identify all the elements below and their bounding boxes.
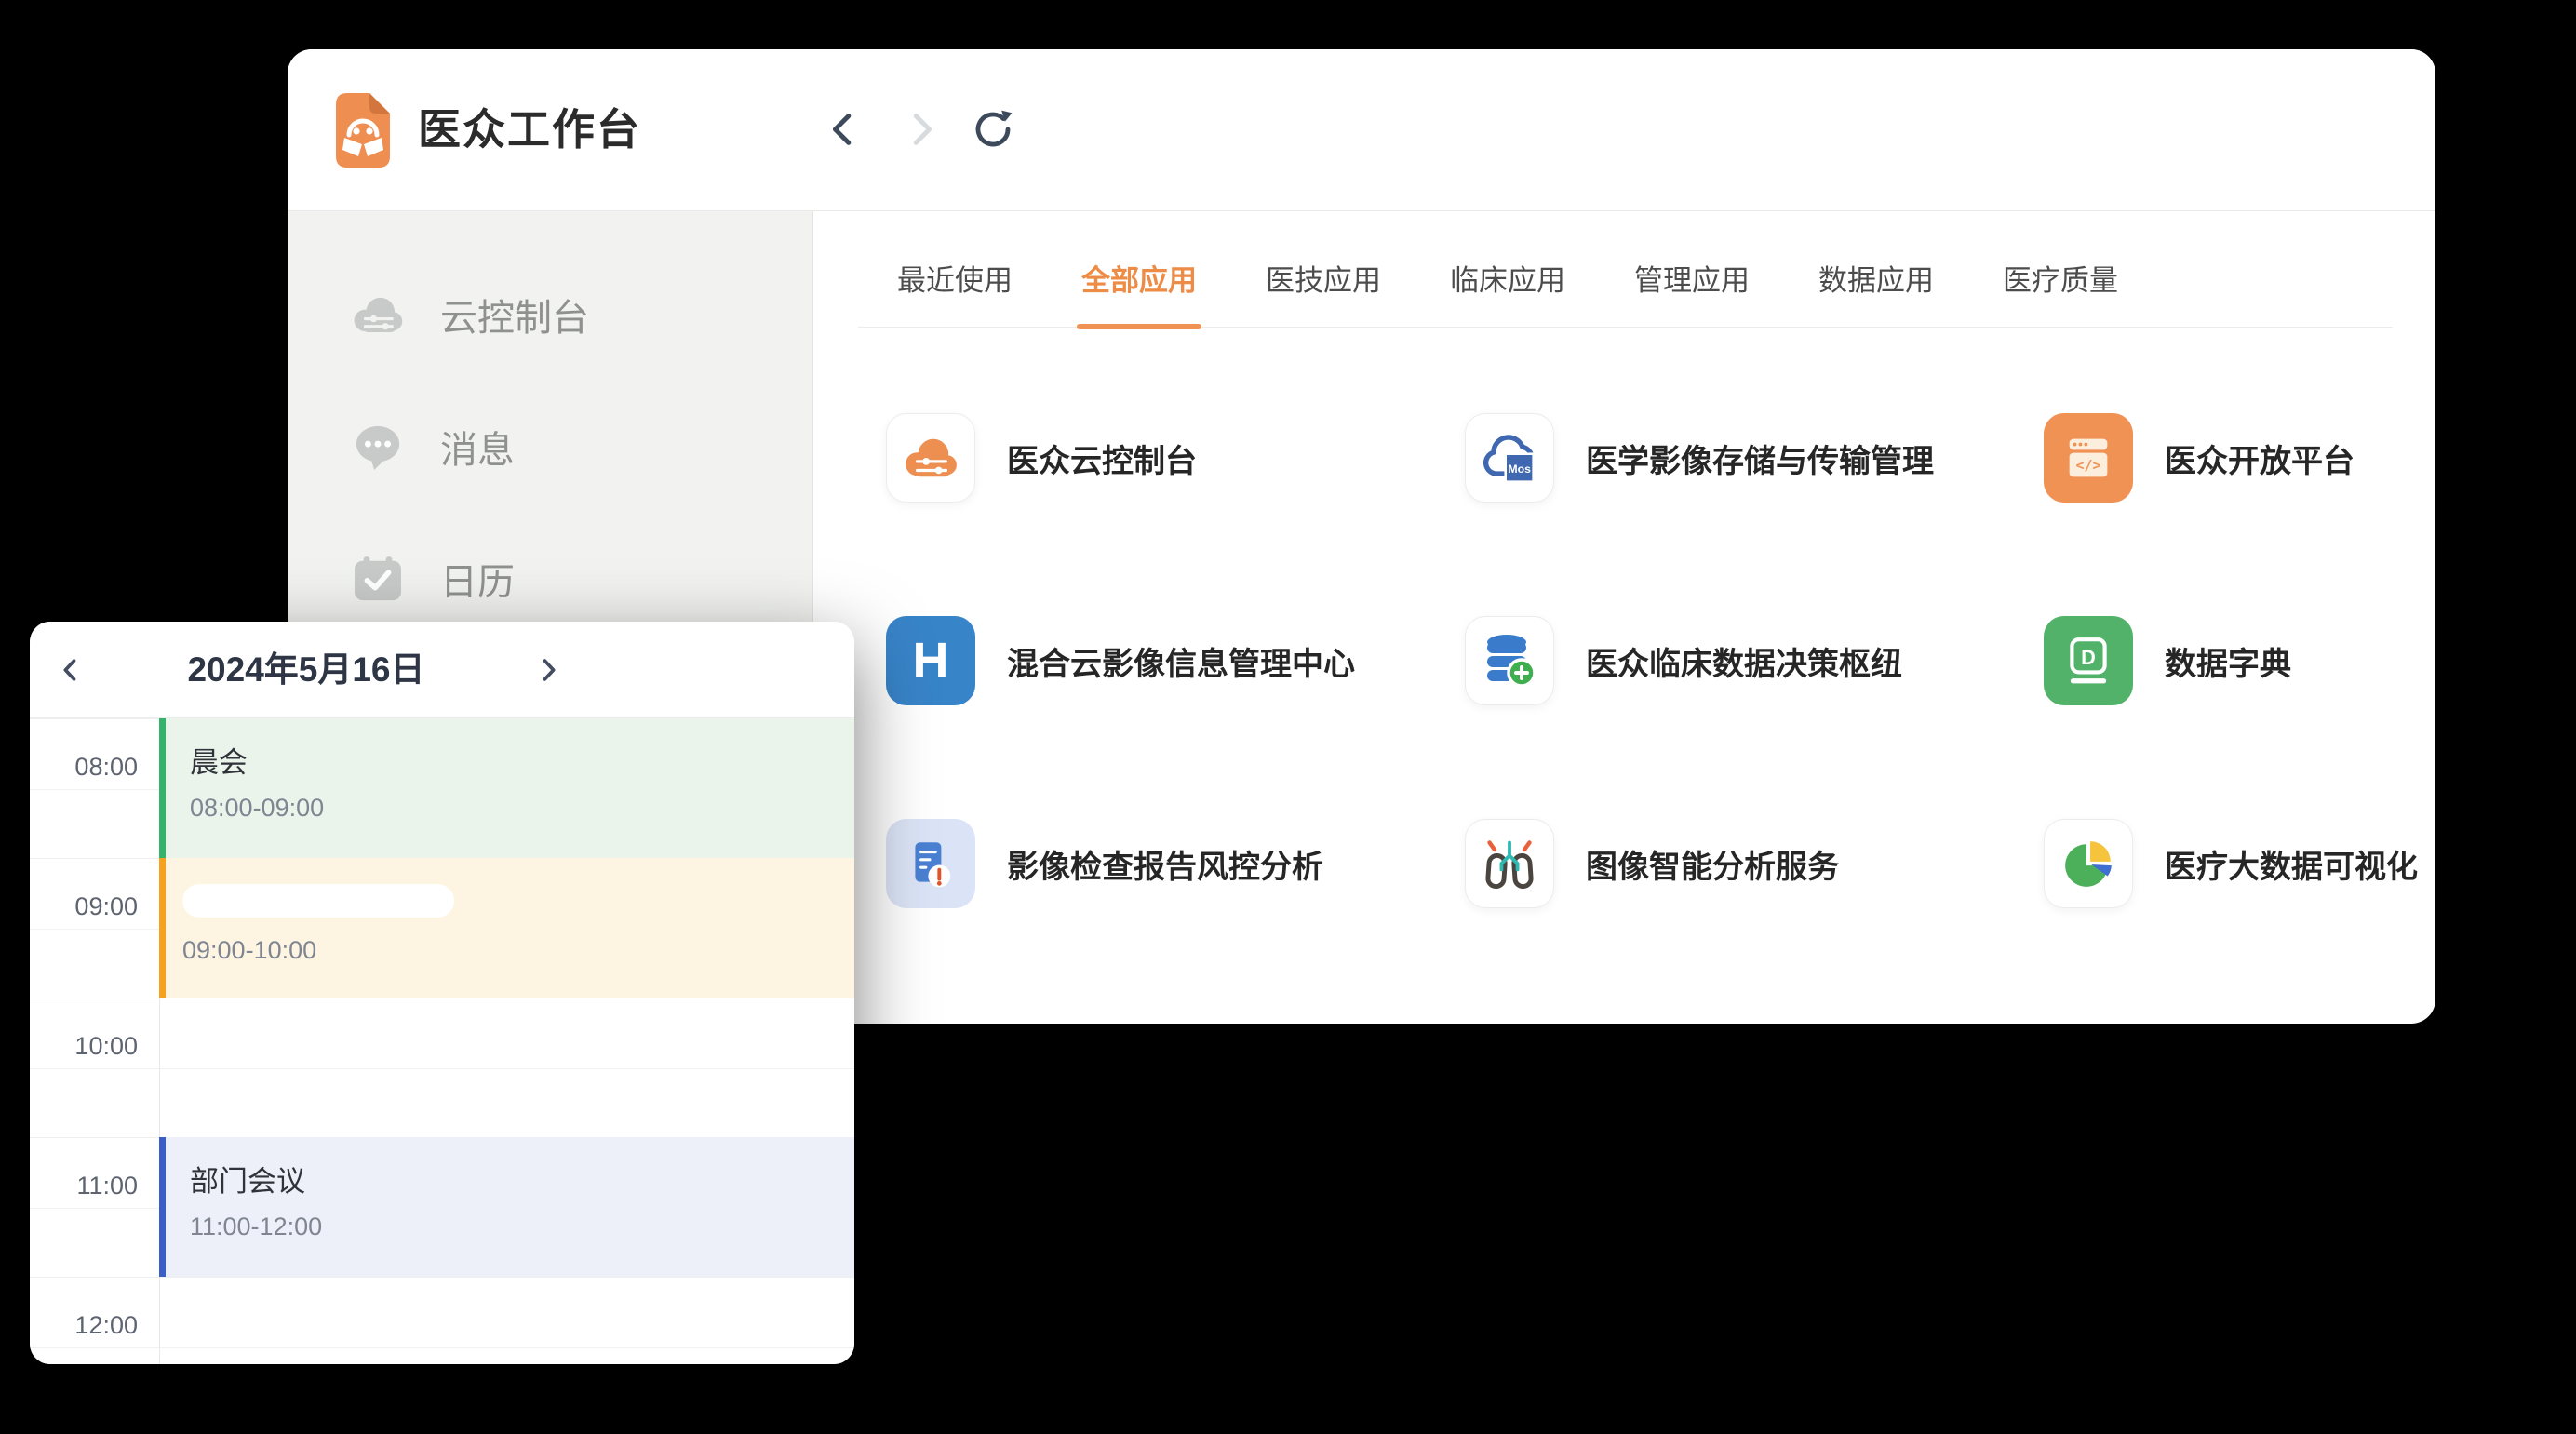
time-label: 11:00 xyxy=(30,1172,138,1200)
app-category-tabs: 最近使用 全部应用 医技应用 临床应用 管理应用 数据应用 医疗质量 xyxy=(858,211,2393,328)
event-time: 08:00-09:00 xyxy=(190,794,854,823)
time-label: 12:00 xyxy=(30,1311,138,1340)
tab-management[interactable]: 管理应用 xyxy=(1634,257,1750,327)
event-title: 部门会议 xyxy=(190,1158,854,1199)
sidebar-item-messages[interactable]: 消息 xyxy=(288,381,812,513)
nav-back-button[interactable] xyxy=(820,105,868,154)
app-name: 混合云影像信息管理中心 xyxy=(1007,638,1355,684)
tab-clinical[interactable]: 临床应用 xyxy=(1450,257,1565,327)
screenshot-root: 医众工作台 xyxy=(0,0,2576,1434)
app-hybrid-cloud-imaging[interactable]: H 混合云影像信息管理中心 xyxy=(886,616,1465,705)
calendar-date: 2024年5月16日 xyxy=(120,622,492,717)
data-dictionary-icon: D xyxy=(2044,616,2133,705)
app-bigdata-visualization[interactable]: 医疗大数据可视化 xyxy=(2044,819,2418,908)
chevron-right-icon xyxy=(532,654,564,686)
tab-recent[interactable]: 最近使用 xyxy=(897,257,1013,327)
app-imaging-storage[interactable]: Mos 医学影像存储与传输管理 xyxy=(1465,413,2044,503)
cloud-settings-icon xyxy=(351,289,405,340)
app-open-platform[interactable]: </> 医众开放平台 xyxy=(2044,413,2418,503)
window-header: 医众工作台 xyxy=(288,49,2435,211)
event-title: 晨会 xyxy=(190,739,854,781)
redacted-title-pill xyxy=(182,884,454,918)
letter-h: H xyxy=(913,632,949,690)
time-label: 09:00 xyxy=(30,892,138,921)
app-name: 医众云控制台 xyxy=(1007,436,1197,481)
app-grid: 医众云控制台 Mos 医学影像存储与传输管理 xyxy=(858,328,2393,908)
time-label: 08:00 xyxy=(30,753,138,782)
tab-medtech[interactable]: 医技应用 xyxy=(1266,257,1381,327)
app-name: 图像智能分析服务 xyxy=(1586,841,1839,887)
nav-forward-button[interactable] xyxy=(896,105,945,154)
pie-chart-icon xyxy=(2044,819,2133,908)
hour-row: 12:00 xyxy=(30,1277,854,1364)
calendar-icon xyxy=(351,554,405,604)
event-time: 09:00-10:00 xyxy=(182,936,854,965)
app-cloud-console[interactable]: 医众云控制台 xyxy=(886,413,1465,503)
lungs-ai-icon xyxy=(1465,819,1554,908)
app-name: 医众开放平台 xyxy=(2165,436,2355,481)
calendar-event-morning-meeting[interactable]: 晨会 08:00-09:00 xyxy=(159,718,854,858)
app-name: 影像检查报告风控分析 xyxy=(1007,841,1323,887)
app-data-dictionary[interactable]: D 数据字典 xyxy=(2044,616,2418,705)
event-time: 11:00-12:00 xyxy=(190,1213,854,1241)
chevron-left-icon xyxy=(55,654,87,686)
app-image-ai-analysis[interactable]: 图像智能分析服务 xyxy=(1465,819,2044,908)
clinical-database-icon xyxy=(1465,616,1554,705)
app-report-risk-analysis[interactable]: 影像检查报告风控分析 xyxy=(886,819,1465,908)
app-title: 医众工作台 xyxy=(418,49,641,210)
calendar-event-redacted[interactable]: 09:00-10:00 xyxy=(159,858,854,998)
calendar-header: 2024年5月16日 xyxy=(30,622,854,718)
time-label: 10:00 xyxy=(30,1032,138,1061)
svg-text:</>: </> xyxy=(2075,457,2100,474)
tab-quality[interactable]: 医疗质量 xyxy=(2003,257,2118,327)
svg-text:D: D xyxy=(2081,646,2096,669)
main-content: 最近使用 全部应用 医技应用 临床应用 管理应用 数据应用 医疗质量 xyxy=(813,211,2435,1024)
chevron-right-icon xyxy=(899,108,942,151)
sidebar-item-label: 日历 xyxy=(440,552,515,606)
app-name: 医众临床数据决策枢纽 xyxy=(1586,638,1902,684)
calendar-panel: 2024年5月16日 08:00 09:00 10:00 11:00 12:00 xyxy=(30,622,854,1364)
chevron-left-icon xyxy=(823,108,865,151)
calendar-next-day-button[interactable] xyxy=(528,622,569,717)
sidebar-item-label: 消息 xyxy=(440,420,515,474)
calendar-day-grid: 08:00 09:00 10:00 11:00 12:00 晨会 08:00-0… xyxy=(30,718,854,1364)
calendar-event-department-meeting[interactable]: 部门会议 11:00-12:00 xyxy=(159,1137,854,1277)
sidebar-item-cloud-console[interactable]: 云控制台 xyxy=(288,248,812,381)
sidebar-item-label: 云控制台 xyxy=(440,288,589,342)
cloud-mos-icon: Mos xyxy=(1465,413,1554,503)
app-name: 医疗大数据可视化 xyxy=(2165,841,2418,887)
message-icon xyxy=(351,422,405,472)
cloud-console-icon xyxy=(886,413,975,503)
tab-data[interactable]: 数据应用 xyxy=(1818,257,1934,327)
refresh-icon xyxy=(971,107,1015,152)
app-name: 医学影像存储与传输管理 xyxy=(1586,436,1934,481)
app-logo-icon xyxy=(334,91,392,169)
tab-all-apps[interactable]: 全部应用 xyxy=(1081,257,1197,327)
app-clinical-data-hub[interactable]: 医众临床数据决策枢纽 xyxy=(1465,616,2044,705)
hour-row: 10:00 xyxy=(30,998,854,1137)
report-risk-icon xyxy=(886,819,975,908)
calendar-prev-day-button[interactable] xyxy=(50,622,91,717)
open-platform-icon: </> xyxy=(2044,413,2133,503)
app-name: 数据字典 xyxy=(2165,638,2291,684)
svg-text:Mos: Mos xyxy=(1508,462,1531,476)
nav-refresh-button[interactable] xyxy=(969,105,1017,154)
hybrid-cloud-icon: H xyxy=(886,616,975,705)
